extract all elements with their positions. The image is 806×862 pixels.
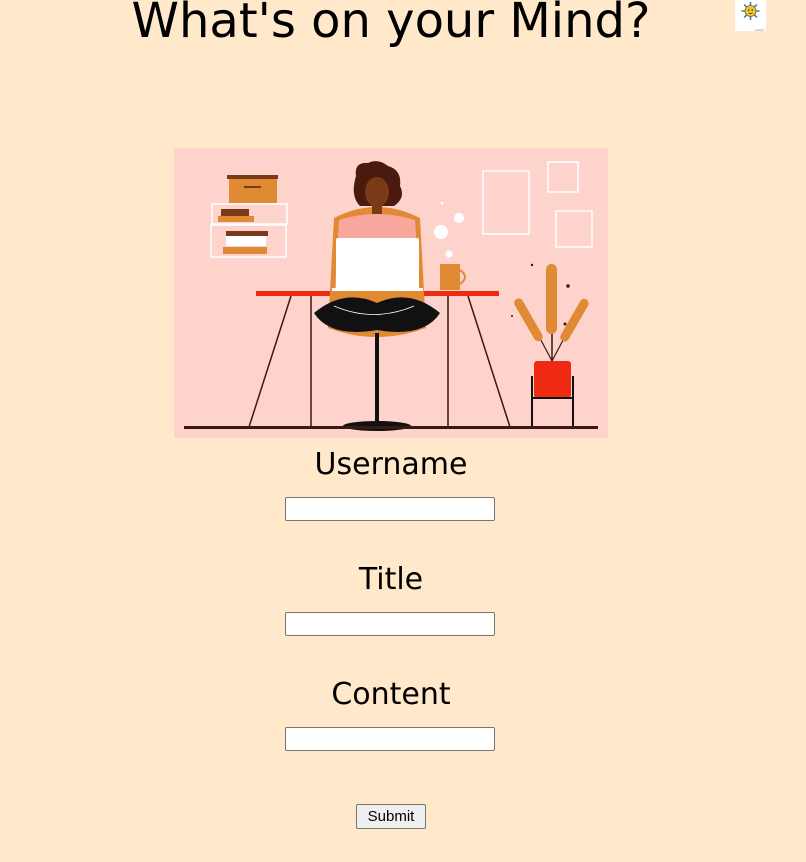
submit-button[interactable]: Submit — [356, 804, 426, 829]
title-input[interactable] — [285, 612, 495, 636]
username-input[interactable] — [285, 497, 495, 521]
sun-logo-icon[interactable] — [735, 0, 766, 31]
title-label: Title — [358, 562, 424, 597]
content-label: Content — [331, 677, 451, 712]
page-title: What's on your Mind? — [131, 0, 651, 49]
content-input[interactable] — [285, 727, 495, 751]
username-label: Username — [314, 447, 468, 482]
hero-illustration — [174, 148, 608, 438]
